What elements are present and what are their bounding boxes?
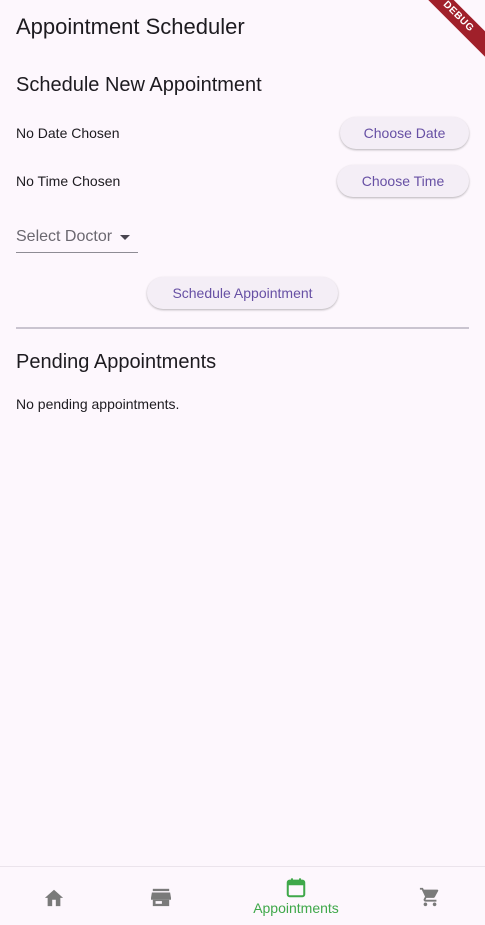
cart-icon [419,886,441,908]
pending-heading: Pending Appointments [16,351,217,373]
pending-empty-message: No pending appointments. [16,396,180,412]
app-root: Appointment Scheduler DEBUG Schedule New… [0,0,485,925]
debug-banner: DEBUG [412,0,485,63]
doctor-dropdown-value: Select Doctor [16,228,113,245]
nav-item-cart[interactable] [390,867,470,925]
calendar-icon [285,877,307,899]
store-icon [150,887,172,907]
schedule-appointment-button[interactable]: Schedule Appointment [147,277,338,309]
date-status-label: No Date Chosen [16,125,120,141]
doctor-dropdown[interactable]: Select Doctor [16,222,138,253]
nav-label-appointments: Appointments [253,900,339,916]
bottom-navigation-bar: Appointments [0,866,485,925]
app-title: Appointment Scheduler [16,14,245,39]
time-status-label: No Time Chosen [16,173,121,189]
home-icon [43,887,65,907]
schedule-heading: Schedule New Appointment [16,74,262,96]
nav-item-store[interactable] [121,867,201,925]
nav-item-appointments[interactable]: Appointments [236,867,356,925]
choose-date-button[interactable]: Choose Date [340,117,469,149]
section-divider [16,327,469,329]
dropdown-arrow-icon [120,234,131,240]
nav-item-home[interactable] [14,867,94,925]
choose-time-button[interactable]: Choose Time [337,165,469,197]
